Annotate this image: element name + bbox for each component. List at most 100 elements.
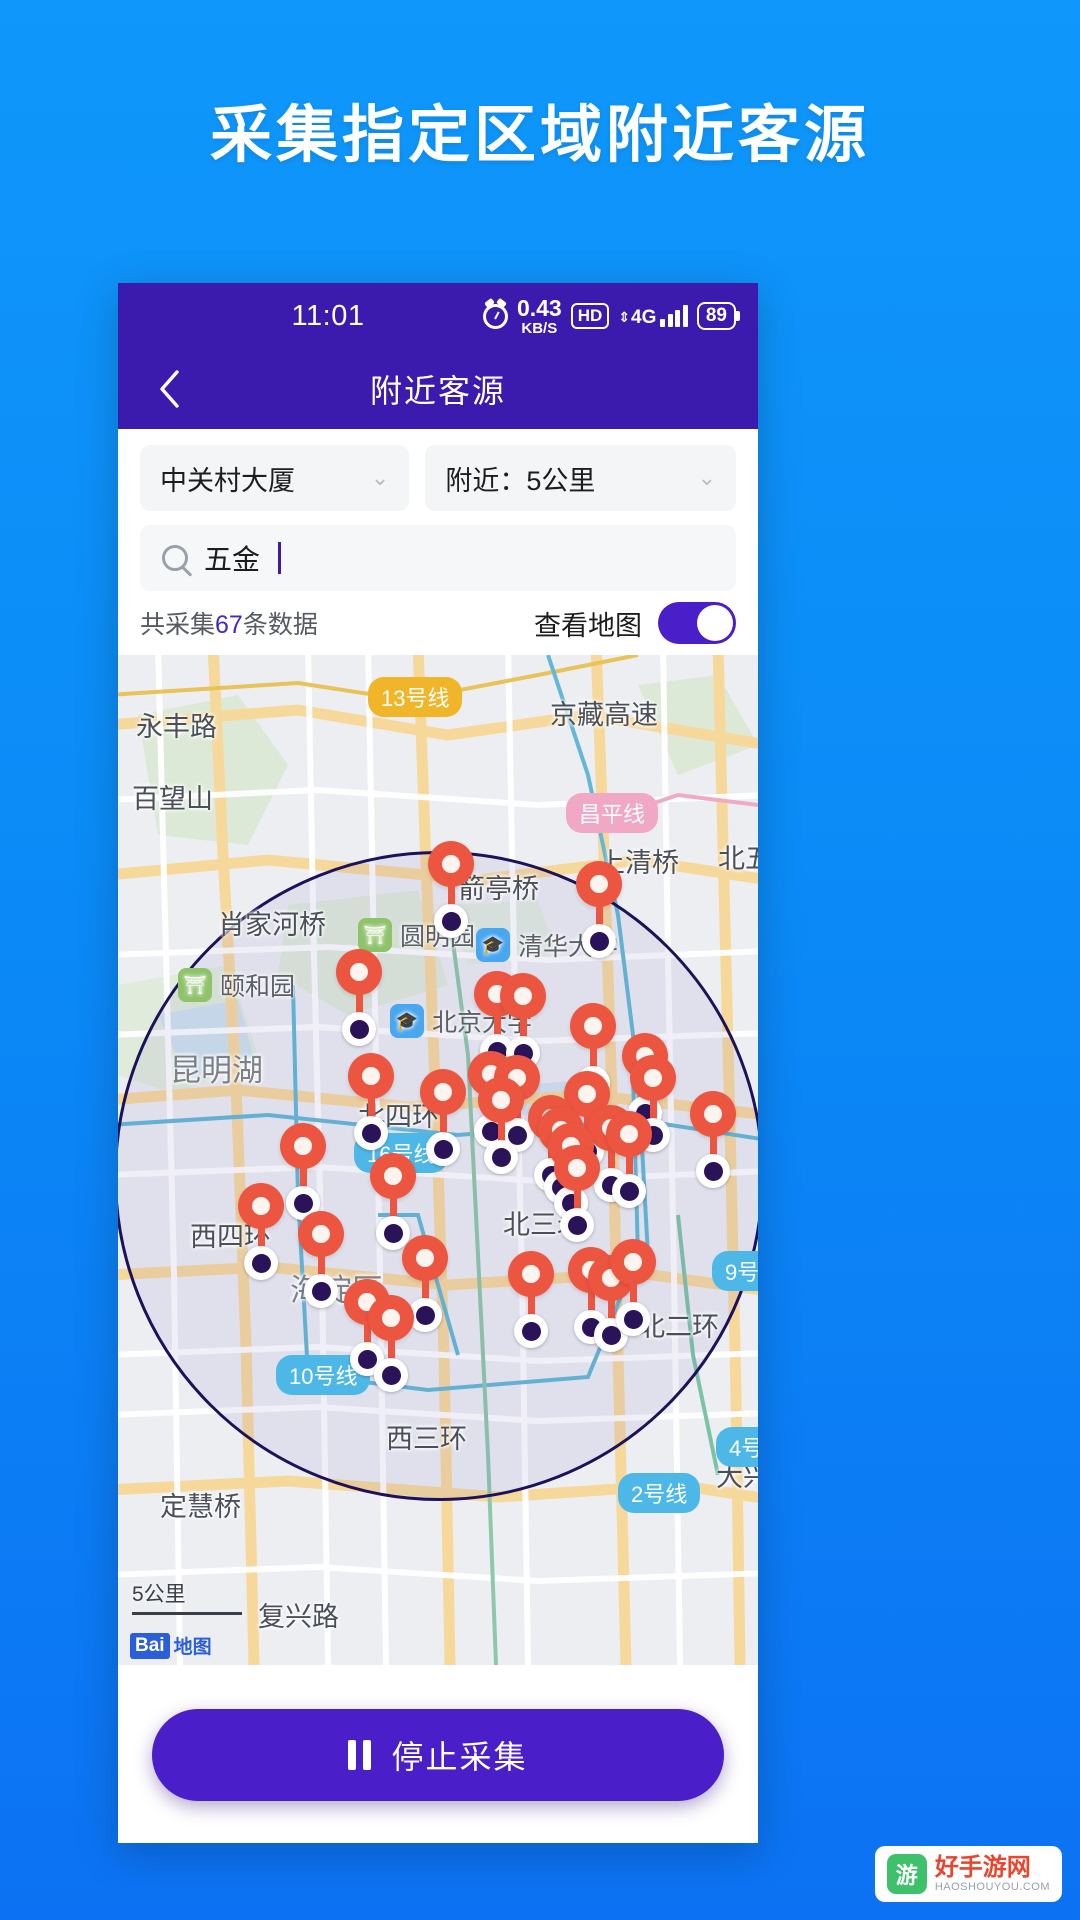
chevron-down-icon: ⌄ (697, 465, 716, 490)
pin-base (484, 1140, 518, 1174)
network-speed-indicator: 0.43 KB/S (516, 294, 562, 337)
radius-select[interactable]: 附近：5公里 ⌄ (425, 445, 736, 511)
network-type-text: 4G (631, 307, 657, 328)
hd-icon: HD (570, 303, 610, 329)
map-marker-pin[interactable] (238, 1183, 284, 1280)
pin-head (554, 1145, 600, 1191)
pin-head (238, 1183, 284, 1229)
map-label: 北五 (718, 844, 758, 874)
phone-mockup: 11:01 0.43 KB/S HD ⇕ 4G 89 附近客源 中关村大厦 ⌄ … (118, 283, 758, 1843)
stop-collect-label: 停止采集 (391, 1739, 528, 1775)
pin-head (280, 1123, 326, 1169)
map-toggle-switch[interactable] (658, 602, 736, 644)
map-marker-pin[interactable] (508, 1251, 554, 1348)
pin-head (420, 1069, 466, 1115)
map-marker-pin[interactable] (606, 1111, 652, 1208)
map-label: 百望山 (132, 784, 213, 814)
search-row: 五金 (118, 511, 758, 591)
map-label: 复兴路 (258, 1602, 339, 1632)
pin-base (304, 1274, 338, 1308)
pin-head (402, 1235, 448, 1281)
metro-line-label: 13号线 (368, 677, 463, 717)
map-poi: ⛩ 颐和园 (178, 967, 295, 1003)
map-marker-pin[interactable] (298, 1211, 344, 1308)
pin-base (342, 1012, 376, 1046)
navigation-bar: 附近客源 (118, 349, 758, 429)
search-input[interactable]: 五金 (140, 525, 736, 591)
map-scale-bar: 5公里 (132, 1578, 242, 1615)
park-icon: ⛩ (358, 918, 392, 952)
pin-base (696, 1154, 730, 1188)
map-marker-pin[interactable] (478, 1077, 524, 1174)
watermark-subtitle: HAOSHOUYOU.COM (934, 1880, 1050, 1893)
network-speed-unit: KB/S (521, 319, 558, 337)
pin-head (630, 1055, 676, 1101)
alarm-clock-icon (482, 303, 508, 329)
page-title: 附近客源 (369, 373, 506, 409)
pin-base (434, 904, 468, 938)
map-label: 定慧桥 (160, 1492, 241, 1522)
pin-base (514, 1314, 548, 1348)
pin-head (508, 1251, 554, 1297)
map-label: 昆明湖 (170, 1053, 263, 1088)
map-toggle-label: 查看地图 (534, 610, 642, 641)
pin-head (428, 841, 474, 887)
signal-indicator: ⇕ 4G (618, 305, 688, 327)
location-select[interactable]: 中关村大厦 ⌄ (140, 445, 410, 511)
map-marker-pin[interactable] (554, 1145, 600, 1242)
map-marker-pin[interactable] (428, 841, 474, 938)
map-scale-line (132, 1612, 242, 1615)
metro-line-label: 4号线 (716, 1427, 758, 1467)
text-cursor (278, 542, 282, 574)
radius-select-value: 附近：5公里 (445, 465, 596, 496)
map-marker-pin[interactable] (336, 949, 382, 1046)
collected-count-text: 共采集67条数据 (140, 605, 318, 641)
pin-base (560, 1208, 594, 1242)
baidu-logo: Bai (130, 1632, 170, 1659)
pin-base (426, 1132, 460, 1166)
stats-row: 共采集67条数据 查看地图 (118, 591, 758, 655)
stop-collect-button[interactable]: 停止采集 (152, 1709, 724, 1801)
pin-head (610, 1239, 656, 1285)
pin-head (370, 1153, 416, 1199)
pin-base (612, 1174, 646, 1208)
map-attribution: Bai 地图 (130, 1632, 212, 1659)
search-icon (162, 545, 188, 571)
pin-base (244, 1246, 278, 1280)
back-chevron-icon[interactable] (148, 367, 192, 411)
data-arrows-icon: ⇕ (618, 308, 630, 325)
filter-row: 中关村大厦 ⌄ 附近：5公里 ⌄ (118, 429, 758, 511)
pin-base (616, 1302, 650, 1336)
network-speed-value: 0.43 (516, 294, 562, 321)
collected-suffix: 条数据 (242, 611, 318, 639)
map-toggle-group: 查看地图 (534, 602, 736, 644)
pin-head (576, 861, 622, 907)
map-label: 肖家河桥 (218, 910, 326, 940)
map-poi-label: 颐和园 (220, 973, 296, 1001)
map-marker-pin[interactable] (610, 1239, 656, 1336)
watermark-title: 好手游网 (934, 1854, 1031, 1882)
baidu-map-label: 地图 (173, 1637, 212, 1658)
pin-base (354, 1116, 388, 1150)
map-marker-pin[interactable] (420, 1069, 466, 1166)
promo-headline: 采集指定区域附近客源 (209, 101, 870, 170)
pin-head (478, 1077, 524, 1123)
map-marker-pin[interactable] (576, 861, 622, 958)
pin-base (582, 924, 616, 958)
map-marker-pin[interactable] (690, 1091, 736, 1188)
watermark-text: 好手游网 HAOSHOUYOU.COM (935, 1855, 1050, 1892)
status-bar-time: 11:01 (291, 299, 365, 332)
map-marker-pin[interactable] (368, 1295, 414, 1392)
metro-line-label: 2号线 (618, 1473, 701, 1513)
map-marker-pin[interactable] (348, 1053, 394, 1150)
pin-head (298, 1211, 344, 1257)
location-select-value: 中关村大厦 (160, 465, 295, 496)
pin-head (606, 1111, 652, 1157)
pause-icon (348, 1740, 372, 1770)
map-marker-pin[interactable] (280, 1123, 326, 1220)
network-type-label: ⇕ 4G (618, 308, 656, 327)
map-view[interactable]: 永丰路百望山京藏高速上清桥北五肖家河桥箭亭桥昆明湖北四环北三环西四环海淀区北二环… (118, 655, 758, 1665)
chevron-down-icon: ⌄ (370, 465, 390, 490)
signal-bars-icon (660, 305, 688, 327)
search-input-value: 五金 (204, 544, 261, 575)
